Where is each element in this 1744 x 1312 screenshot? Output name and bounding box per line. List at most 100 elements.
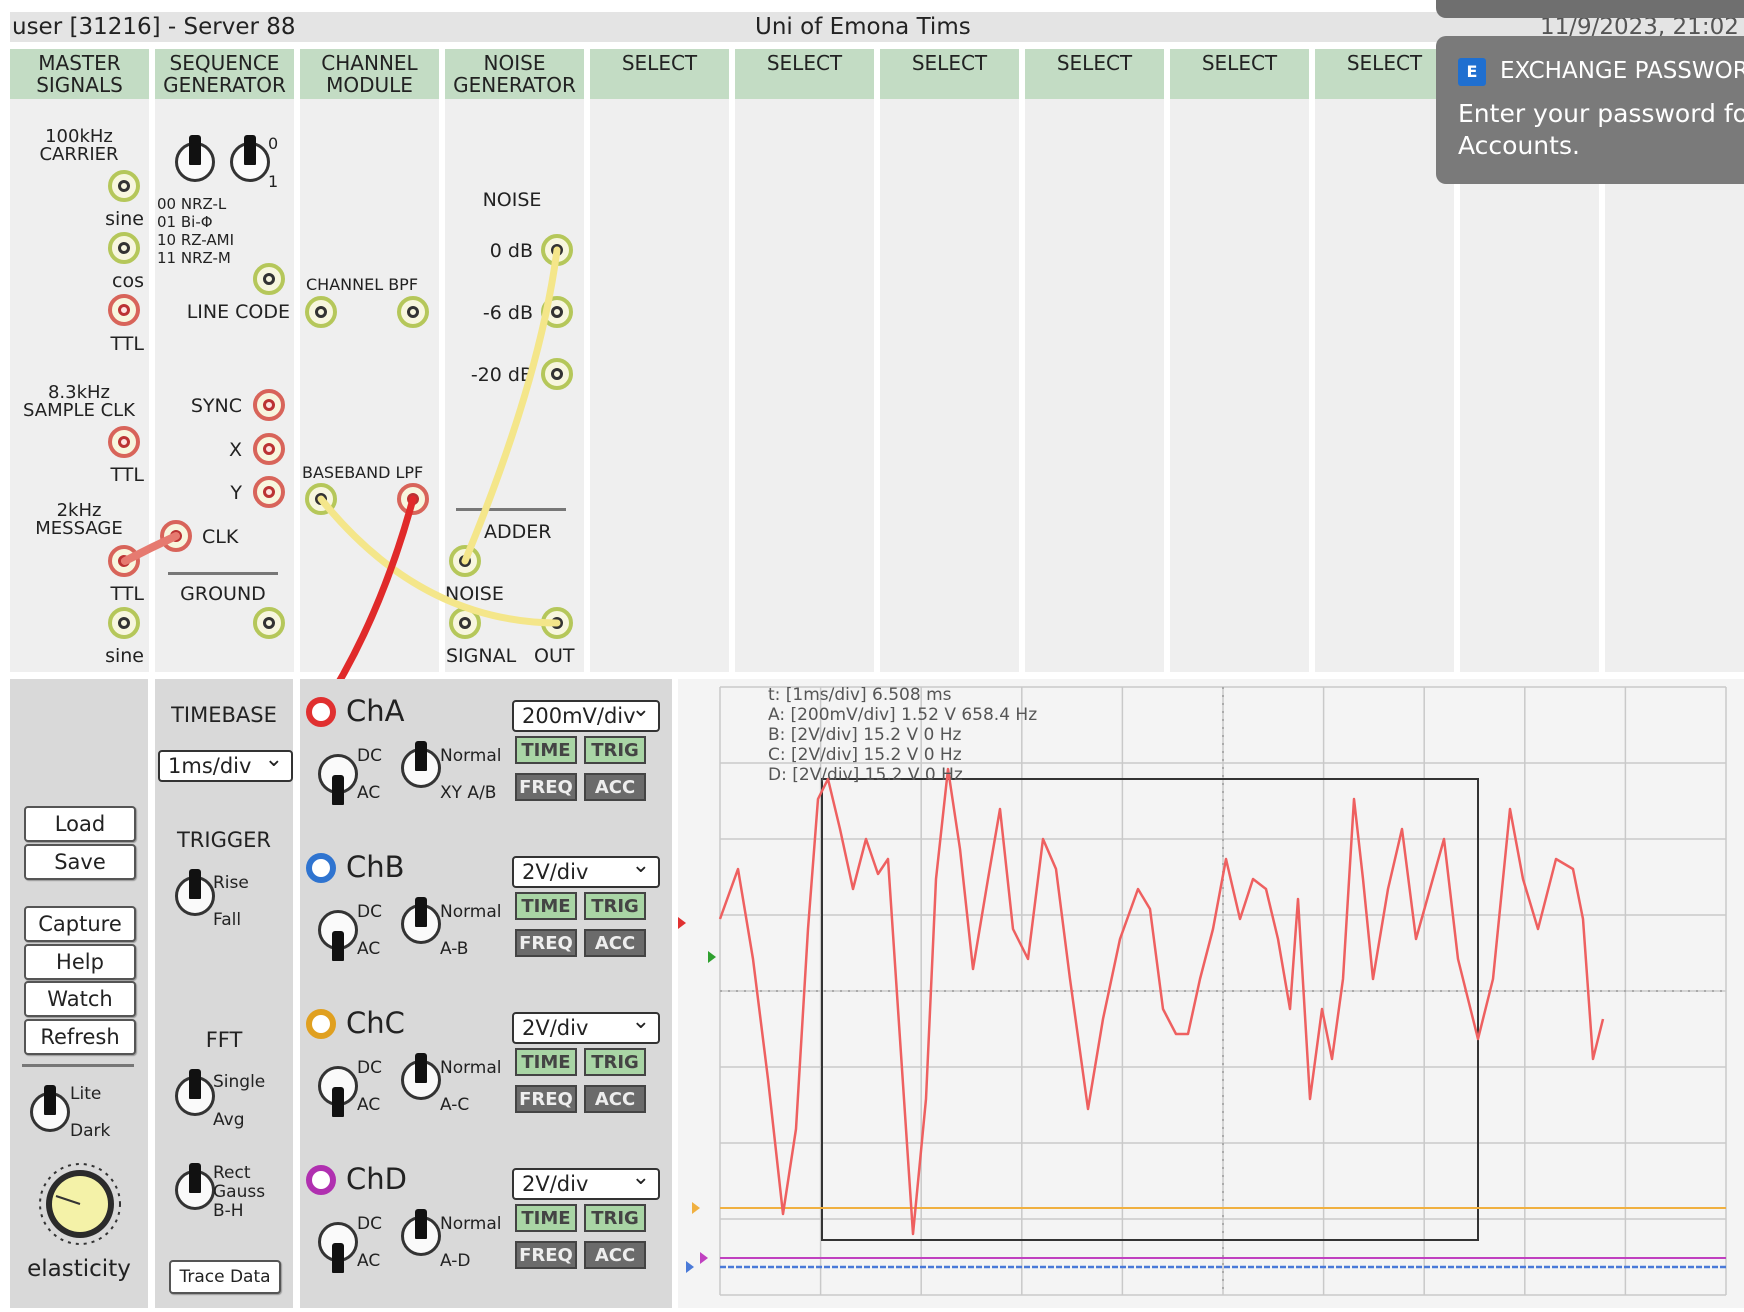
wire-noise-adder [461, 246, 561, 565]
chd-acc-button[interactable]: ACC [584, 1241, 646, 1269]
capture-button[interactable]: Capture [24, 906, 136, 942]
chb-normal-label: Normal [440, 902, 502, 922]
chd-marker [700, 1252, 708, 1264]
chd-trig-button[interactable]: TRIG [584, 1204, 646, 1232]
chb-input-socket[interactable] [306, 853, 336, 883]
chc-freq-button[interactable]: FREQ [515, 1085, 577, 1113]
rise-label: Rise [213, 873, 249, 893]
dark-label: Dark [70, 1121, 111, 1141]
load-button[interactable]: Load [24, 806, 136, 842]
cha-freq-button[interactable]: FREQ [515, 773, 577, 801]
cha-mode-toggle[interactable] [401, 741, 441, 788]
timebase-select[interactable]: 1ms/div [158, 746, 293, 782]
readout-cha: A: [200mV/div] 1.52 V 658.4 Hz [768, 705, 1038, 725]
chb-coupling-toggle[interactable] [318, 910, 358, 961]
trace-data-button[interactable]: Trace Data [169, 1260, 281, 1294]
refresh-button[interactable]: Refresh [24, 1019, 136, 1055]
save-button[interactable]: Save [24, 844, 136, 880]
cha-marker [678, 917, 686, 929]
chc-time-button[interactable]: TIME [515, 1048, 577, 1076]
cha-input-socket[interactable] [306, 697, 336, 727]
chc-input-socket[interactable] [306, 1009, 336, 1039]
chb-acc-button[interactable]: ACC [584, 929, 646, 957]
theme-toggle[interactable] [30, 1085, 70, 1132]
trigger-label: TRIGGER [176, 828, 272, 852]
chd-freq-button[interactable]: FREQ [515, 1241, 577, 1269]
chb-time-button[interactable]: TIME [515, 892, 577, 920]
chd-vdiv-value: 2V/div [522, 1172, 589, 1196]
exchange-notification[interactable]: E EXCHANGE PASSWOR Enter your password f… [1436, 36, 1744, 184]
chc-coupling-toggle[interactable] [318, 1066, 358, 1117]
chd-dc-label: DC [357, 1214, 382, 1234]
lite-label: Lite [70, 1084, 102, 1104]
chc-mode-label: A-C [440, 1095, 470, 1115]
chc-dc-label: DC [357, 1058, 382, 1078]
chd-normal-label: Normal [440, 1214, 502, 1234]
chd-time-button[interactable]: TIME [515, 1204, 577, 1232]
chc-trig-button[interactable]: TRIG [584, 1048, 646, 1076]
chc-vdiv-select[interactable]: 2V/div [512, 1008, 660, 1044]
chd-mode-label: A-D [440, 1251, 471, 1271]
elasticity-knob[interactable] [28, 1152, 132, 1256]
chc-vdiv-value: 2V/div [522, 1016, 589, 1040]
fft-window-label: Rect Gauss B-H [213, 1163, 266, 1221]
chb-ac-label: AC [357, 939, 381, 959]
cha-normal-label: Normal [440, 746, 502, 766]
chb-mode-toggle[interactable] [401, 897, 441, 944]
chc-ac-label: AC [357, 1095, 381, 1115]
chc-mode-toggle[interactable] [401, 1053, 441, 1100]
trigger-marker [708, 951, 716, 963]
zoom-box [821, 778, 1479, 1241]
cha-trig-button[interactable]: TRIG [584, 736, 646, 764]
trigger-edge-toggle[interactable] [175, 869, 215, 916]
fall-label: Fall [213, 910, 242, 930]
cha-vdiv-select[interactable]: 200mV/div [512, 696, 660, 732]
cha-time-button[interactable]: TIME [515, 736, 577, 764]
elasticity-label: elasticity [27, 1256, 131, 1282]
chb-label: ChB [346, 850, 405, 884]
chc-normal-label: Normal [440, 1058, 502, 1078]
chd-mode-toggle[interactable] [401, 1209, 441, 1256]
readout-time: t: [1ms/div] 6.508 ms [768, 685, 952, 705]
cha-ac-label: AC [357, 783, 381, 803]
readout-chb: B: [2V/div] 15.2 V 0 Hz [768, 725, 962, 745]
wire-message-clk [121, 532, 180, 565]
fft-window-toggle[interactable] [175, 1163, 215, 1210]
readout-chd: D: [2V/div] 15.2 V 0 Hz [768, 765, 963, 785]
chc-marker [692, 1202, 700, 1214]
chb-mode-label: A-B [440, 939, 469, 959]
chd-vdiv-select[interactable]: 2V/div [512, 1164, 660, 1200]
cha-acc-button[interactable]: ACC [584, 773, 646, 801]
scope-readout: t: [1ms/div] 6.508 ms A: [200mV/div] 1.5… [768, 685, 1037, 785]
chc-acc-button[interactable]: ACC [584, 1085, 646, 1113]
fft-label: FFT [205, 1028, 243, 1052]
timebase-label: TIMEBASE [171, 703, 277, 727]
notification-stub [1436, 0, 1744, 18]
avg-label: Avg [213, 1110, 245, 1130]
single-label: Single [213, 1072, 266, 1092]
help-button[interactable]: Help [24, 944, 136, 980]
chb-freq-button[interactable]: FREQ [515, 929, 577, 957]
cha-coupling-toggle[interactable] [318, 754, 358, 805]
chd-coupling-toggle[interactable] [318, 1222, 358, 1273]
cha-label: ChA [346, 694, 405, 728]
cha-mode-label: XY A/B [440, 783, 497, 803]
cha-vdiv-value: 200mV/div [522, 704, 636, 728]
chd-input-socket[interactable] [306, 1165, 336, 1195]
outlook-icon: E [1458, 58, 1486, 86]
watch-button[interactable]: Watch [24, 981, 136, 1017]
oscilloscope-display[interactable]: t: [1ms/div] 6.508 ms A: [200mV/div] 1.5… [678, 679, 1744, 1308]
divider [22, 1064, 134, 1067]
chd-label: ChD [346, 1162, 407, 1196]
chb-dc-label: DC [357, 902, 382, 922]
fft-mode-toggle[interactable] [175, 1069, 215, 1116]
notification-body: Enter your password for Accounts. [1458, 99, 1744, 160]
chb-vdiv-value: 2V/div [522, 860, 589, 884]
chc-label: ChC [346, 1006, 405, 1040]
chb-trig-button[interactable]: TRIG [584, 892, 646, 920]
chb-vdiv-select[interactable]: 2V/div [512, 852, 660, 888]
chd-ac-label: AC [357, 1251, 381, 1271]
chb-marker [686, 1261, 694, 1273]
notification-title: EXCHANGE PASSWOR [1500, 58, 1744, 84]
readout-chc: C: [2V/div] 15.2 V 0 Hz [768, 745, 962, 765]
